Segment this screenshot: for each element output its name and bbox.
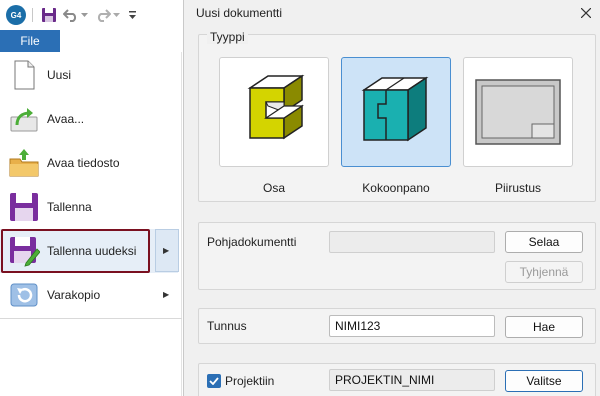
app-logo: G4 (6, 5, 26, 25)
menu-item-save[interactable]: Tallenna (0, 185, 178, 229)
file-tab[interactable]: File (0, 30, 60, 52)
menu-item-open-file[interactable]: Avaa tiedosto (0, 141, 178, 185)
customize-icon[interactable] (126, 6, 138, 24)
dialog-title: Uusi dokumentti (196, 6, 283, 20)
menu-item-label: Varakopio (47, 288, 101, 302)
dropdown-icon[interactable] (112, 6, 120, 24)
assembly-icon (361, 76, 429, 142)
template-label: Pohjadokumentti (207, 235, 297, 249)
fetch-button[interactable]: Hae (505, 316, 583, 338)
menu-item-open[interactable]: Avaa... (0, 97, 178, 141)
type-group: Tyyppi Osa Kokoonpano Piirustus (198, 30, 596, 202)
project-field[interactable]: PROJEKTIN_NIMI (329, 369, 495, 391)
type-option-label: Osa (262, 181, 285, 195)
chevron-right-icon: ▶ (163, 290, 170, 299)
id-field[interactable]: NIMI123 (329, 315, 495, 337)
select-project-button[interactable]: Valitse (505, 370, 583, 392)
toolbar-separator (32, 8, 33, 22)
id-label: Tunnus (207, 319, 247, 333)
open-icon (8, 103, 40, 135)
quick-access-toolbar: G4 (0, 0, 182, 30)
type-option-label: Kokoonpano (362, 181, 430, 195)
checkmark-icon (209, 377, 219, 385)
type-option-part[interactable] (219, 57, 329, 167)
new-document-dialog: Uusi dokumentti Tyyppi Osa Kokoonpano Pi… (183, 0, 600, 396)
menu-item-label: Avaa... (47, 112, 85, 126)
browse-button[interactable]: Selaa (505, 231, 583, 253)
id-group: Tunnus NIMI123 Hae (198, 308, 596, 344)
type-group-label: Tyyppi (207, 30, 248, 44)
menu-item-label: Tallenna (47, 200, 92, 214)
chevron-right-icon: ▶ (163, 246, 170, 255)
type-option-drawing[interactable] (463, 57, 573, 167)
menu-item-backup[interactable]: Varakopio (0, 273, 178, 317)
template-group: Pohjadokumentti Selaa Tyhjennä (198, 222, 596, 290)
type-option-assembly[interactable] (341, 57, 451, 167)
project-group: Projektiin PROJEKTIN_NIMI Valitse (198, 363, 596, 396)
app-area: G4 File Uusi Avaa... Avaa tiedosto Talle… (0, 0, 182, 396)
menu-item-label: Avaa tiedosto (47, 156, 120, 170)
menu-bottom-divider (0, 318, 182, 319)
menu-item-new[interactable]: Uusi (0, 53, 178, 97)
save-icon (8, 191, 40, 223)
template-field[interactable] (329, 231, 495, 253)
close-icon[interactable] (576, 3, 596, 23)
clear-button[interactable]: Tyhjennä (505, 261, 583, 283)
drawing-icon (475, 79, 561, 145)
type-option-label: Piirustus (494, 181, 541, 195)
new-document-icon (8, 59, 40, 91)
backup-icon (8, 279, 40, 311)
redo-icon[interactable] (94, 6, 112, 24)
dropdown-icon[interactable] (80, 6, 88, 24)
highlight-frame (1, 229, 150, 273)
project-checkbox-label: Projektiin (225, 374, 275, 388)
open-file-icon (8, 147, 40, 179)
project-checkbox[interactable] (207, 374, 221, 388)
menu-item-label: Uusi (47, 68, 72, 82)
undo-icon[interactable] (62, 6, 80, 24)
part-icon (247, 74, 305, 140)
save-icon[interactable] (40, 6, 58, 24)
